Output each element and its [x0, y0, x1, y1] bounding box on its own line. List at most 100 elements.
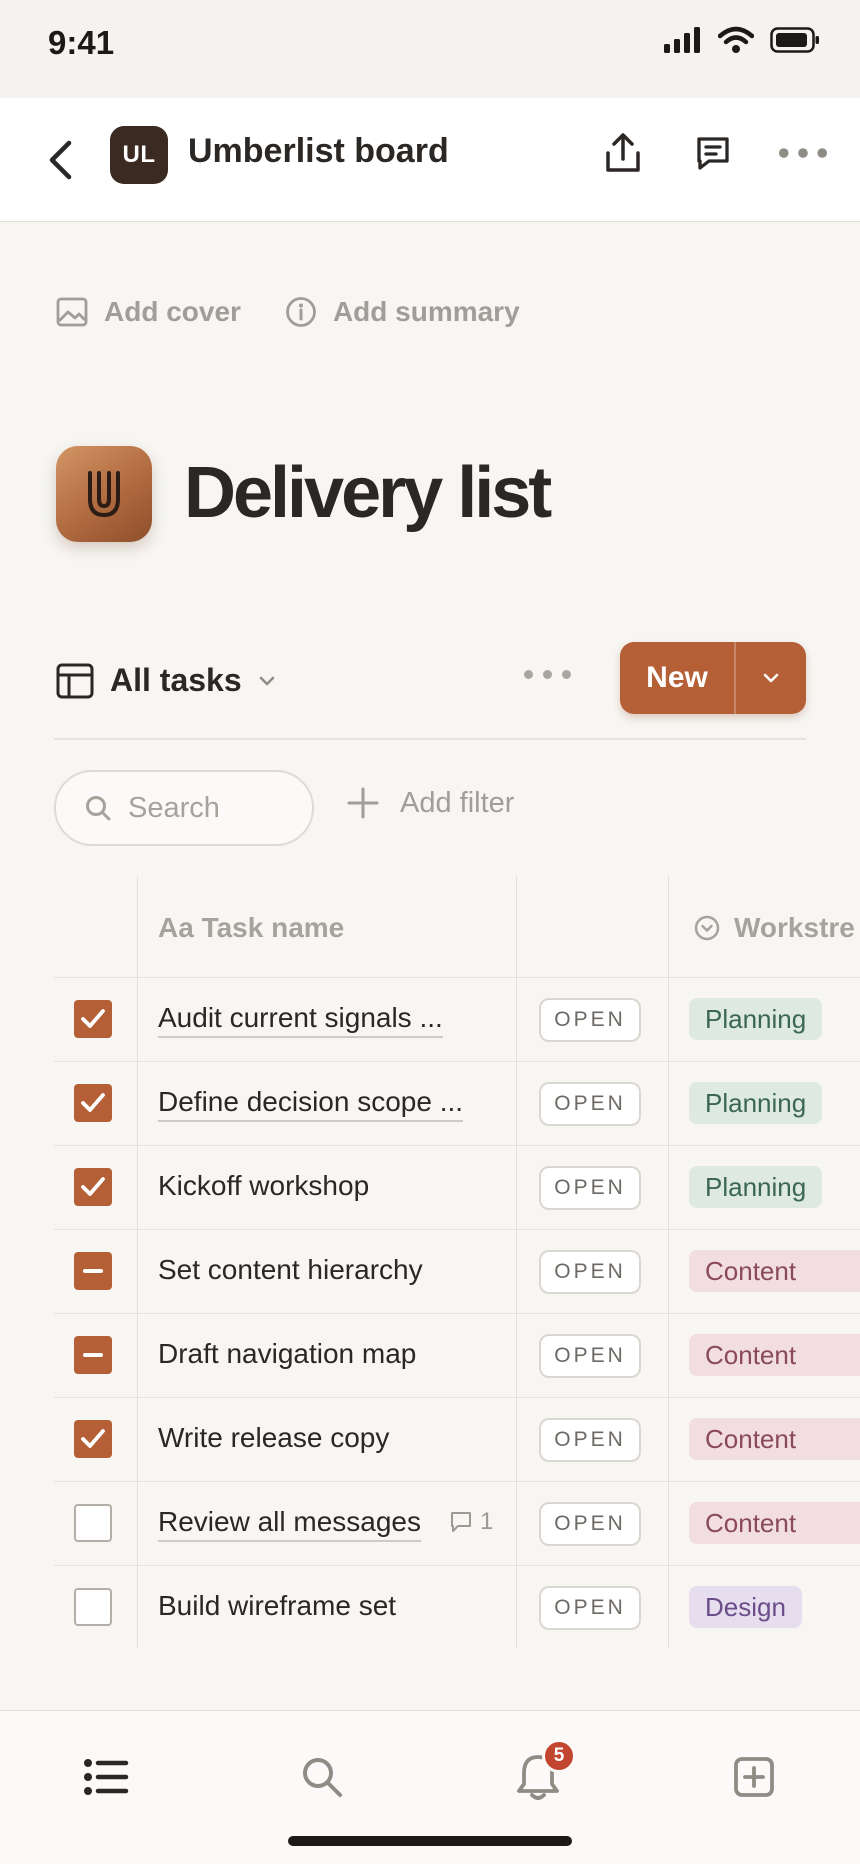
workstream-tag[interactable]: Content	[689, 1250, 860, 1292]
task-name[interactable]: Audit current signals ...	[158, 1002, 443, 1038]
table-row[interactable]: Draft navigation map OPEN Content	[54, 1314, 860, 1398]
status-badge[interactable]: OPEN	[539, 1418, 641, 1462]
workstream-header-label: Workstre	[734, 912, 855, 943]
status-icons	[664, 26, 820, 54]
comments-button[interactable]	[688, 128, 738, 178]
workspace-title[interactable]: Umberlist board	[188, 132, 449, 171]
check-icon	[81, 1009, 105, 1028]
task-checkbox[interactable]	[74, 1252, 112, 1290]
task-table: Aa Task name Workstre Audit current sign…	[54, 876, 860, 1650]
comment-icon	[451, 1512, 471, 1532]
status-badge[interactable]: OPEN	[539, 998, 641, 1042]
battery-icon	[770, 27, 819, 53]
task-name[interactable]: Kickoff workshop	[158, 1170, 369, 1202]
view-selector[interactable]: All tasks	[56, 662, 276, 699]
comment-icon	[697, 137, 729, 170]
workspace-avatar[interactable]: UL	[110, 126, 168, 184]
task-name[interactable]: Build wireframe set	[158, 1590, 396, 1622]
list-icon	[84, 1759, 129, 1795]
tab-new-page[interactable]	[724, 1747, 784, 1807]
share-button[interactable]	[598, 128, 648, 178]
table-row[interactable]: Audit current signals ... OPEN Planning	[54, 978, 860, 1062]
add-filter-button[interactable]: Add filter	[346, 786, 514, 820]
status-badge[interactable]: OPEN	[539, 1502, 641, 1546]
top-navigation-bar: UL Umberlist board	[0, 98, 860, 222]
tab-home[interactable]	[76, 1747, 136, 1807]
wifi-icon	[718, 26, 754, 53]
status-badge[interactable]: OPEN	[539, 1250, 641, 1294]
page-icon-glyph	[88, 471, 120, 518]
add-cover-label: Add cover	[104, 296, 241, 327]
add-summary-button[interactable]: Add summary	[285, 296, 520, 328]
comment-count[interactable]: 1	[450, 1508, 493, 1536]
tab-notifications[interactable]: 5	[508, 1739, 576, 1807]
workstream-tag[interactable]: Design	[689, 1586, 802, 1628]
add-summary-label: Add summary	[332, 296, 520, 327]
add-cover-button[interactable]: Add cover	[56, 296, 241, 328]
workstream-tag[interactable]: Content	[689, 1502, 860, 1544]
task-checkbox[interactable]	[74, 1168, 112, 1206]
chevron-down-icon	[763, 673, 779, 683]
new-options-button[interactable]	[736, 642, 806, 714]
status-time: 9:41	[48, 24, 115, 61]
task-name[interactable]: Write release copy	[158, 1422, 389, 1454]
view-name: All tasks	[110, 662, 242, 698]
view-more-button[interactable]	[524, 670, 571, 679]
workstream-tag[interactable]: Planning	[689, 998, 823, 1040]
search-icon	[86, 796, 111, 821]
workstream-tag[interactable]: Planning	[689, 1082, 823, 1124]
table-row[interactable]: Set content hierarchy OPEN Content	[54, 1230, 860, 1314]
task-checkbox[interactable]	[74, 1504, 112, 1542]
task-name[interactable]: Review all messages	[158, 1506, 421, 1542]
table-row[interactable]: Define decision scope ... OPEN Planning	[54, 1062, 860, 1146]
home-indicator	[288, 1836, 572, 1846]
chevron-left-icon	[49, 140, 72, 180]
status-badge[interactable]: OPEN	[539, 1586, 641, 1630]
search-icon	[303, 1758, 342, 1797]
minus-icon	[83, 1269, 103, 1273]
back-button[interactable]	[40, 134, 80, 186]
check-icon	[81, 1429, 105, 1448]
search-placeholder: Search	[128, 791, 220, 824]
table-row[interactable]: Write release copy OPEN Content	[54, 1398, 860, 1482]
workstream-tag[interactable]: Content	[689, 1418, 860, 1460]
page-icon[interactable]	[56, 446, 152, 542]
page-title: Delivery list	[184, 453, 552, 533]
table-row[interactable]: Build wireframe set OPEN Design	[54, 1566, 860, 1650]
check-icon	[81, 1177, 105, 1196]
more-horizontal-icon	[778, 148, 828, 158]
image-icon	[56, 297, 88, 327]
select-property-icon	[694, 915, 720, 941]
chevron-down-icon	[259, 676, 274, 685]
info-icon	[286, 297, 316, 327]
task-checkbox[interactable]	[74, 1084, 112, 1122]
share-icon	[606, 133, 640, 172]
add-filter-label: Add filter	[400, 786, 515, 819]
table-row[interactable]: Kickoff workshop OPEN Planning	[54, 1146, 860, 1230]
status-badge[interactable]: OPEN	[539, 1082, 641, 1126]
workstream-tag[interactable]: Content	[689, 1334, 860, 1376]
task-name[interactable]: Define decision scope ...	[158, 1086, 464, 1122]
tab-search[interactable]	[292, 1747, 352, 1807]
new-button[interactable]: New	[620, 642, 736, 714]
task-checkbox[interactable]	[74, 1336, 112, 1374]
task-checkbox[interactable]	[74, 1420, 112, 1458]
task-name[interactable]: Draft navigation map	[158, 1338, 416, 1370]
task-checkbox[interactable]	[74, 1000, 112, 1038]
column-header-task-name[interactable]: Aa Task name	[158, 912, 344, 944]
task-name[interactable]: Set content hierarchy	[158, 1254, 423, 1286]
view-toolbar: All tasks New	[54, 640, 806, 740]
dot	[524, 670, 533, 679]
more-options-button[interactable]	[778, 128, 828, 178]
check-icon	[81, 1093, 105, 1112]
task-checkbox[interactable]	[74, 1588, 112, 1626]
dot	[543, 670, 552, 679]
search-input[interactable]: Search	[54, 770, 314, 846]
workstream-tag[interactable]: Planning	[689, 1166, 823, 1208]
add-square-icon	[734, 1757, 774, 1797]
column-header-workstream[interactable]: Workstre	[694, 912, 855, 944]
table-row[interactable]: Review all messages 1 OPEN Content	[54, 1482, 860, 1566]
status-badge[interactable]: OPEN	[539, 1166, 641, 1210]
table-view-icon	[56, 663, 94, 698]
status-badge[interactable]: OPEN	[539, 1334, 641, 1378]
